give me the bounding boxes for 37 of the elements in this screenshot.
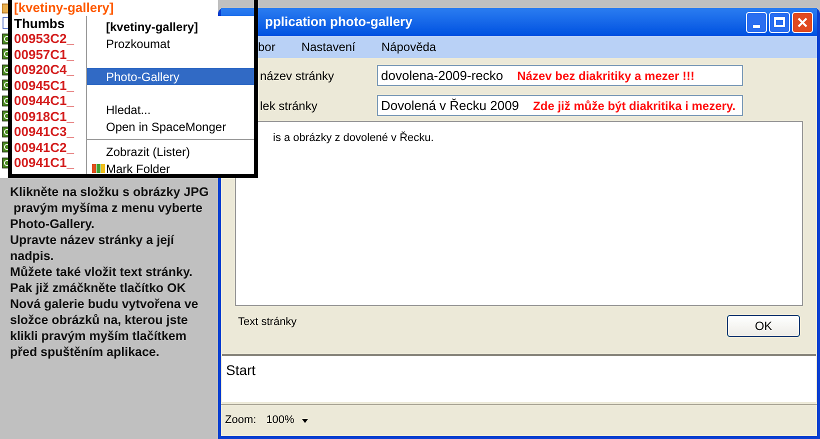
menu-item[interactable]: bor — [258, 38, 276, 56]
page-text-label: Text stránky — [238, 315, 297, 330]
input-field[interactable]: dovolena-2009-recko Název bez diakritiky a mezer !!! — [377, 65, 743, 86]
file-name[interactable]: 00920C4_ — [14, 62, 74, 78]
menu-entry[interactable]: Photo-Gallery — [87, 68, 254, 85]
field-hint: Název bez diakritiky a mezer !!! — [517, 68, 695, 84]
close-button[interactable] — [792, 12, 813, 32]
zoom-dropdown[interactable]: 100% — [266, 412, 308, 429]
menu-item[interactable]: Nápověda — [381, 38, 436, 56]
file-name[interactable]: 00941C3_ — [14, 124, 74, 140]
maximize-button[interactable] — [769, 12, 790, 32]
window-title: pplication photo-gallery — [265, 13, 414, 32]
ok-button[interactable]: OK — [727, 315, 800, 337]
menu-entry[interactable]: [kvetiny-gallery] — [87, 18, 254, 35]
file-name[interactable]: 00945C1_ — [14, 78, 74, 93]
folder-mark-icon — [92, 163, 105, 174]
zoom-label: Zoom: — [225, 413, 256, 428]
menu-entry[interactable]: Hledat... — [87, 101, 254, 118]
instructions-text: Klikněte na složku s obrázky JPG pravým myšíma z menu vyberte Photo-Gallery. Upravte název stránky a její nadpis. Můžete také vložit text stránky. Pak již zmáčkněte tlačítko OK Nová galerie budu vytvořena ve složce obrázků na, kterou jste klikli pravým myším tlačítkem před spuštěním aplikace. — [9, 184, 210, 360]
file-name[interactable]: 00957C1_ — [14, 46, 74, 62]
file-name[interactable]: 00941C1_ — [14, 155, 74, 170]
caret-icon — [302, 418, 308, 422]
menu-item[interactable]: Nastavení — [301, 38, 356, 56]
field-label: název stránky — [259, 68, 336, 84]
menu-entry[interactable]: Prozkoumat — [87, 35, 254, 52]
input-field[interactable]: Dovolená v Řecku 2009 Zde již může být diakritika i mezery. — [377, 95, 743, 116]
field-label: lek stránky — [259, 98, 318, 114]
minimize-button[interactable] — [746, 12, 767, 32]
file-name[interactable]: Thumbs — [14, 16, 65, 31]
field-hint: Zde již může být diakritika i mezery. — [533, 98, 736, 114]
file-name[interactable]: 00918C1_ — [14, 108, 74, 124]
file-name[interactable]: 00944C1_ — [14, 93, 74, 108]
file-name[interactable]: 00941C2_ — [14, 140, 74, 155]
log-area: Start — [222, 354, 816, 402]
close-icon — [797, 16, 808, 28]
page-text-area[interactable]: is a obrázky z dovolené v Řecku. — [235, 121, 803, 306]
file-name[interactable]: 00953C2_ — [14, 31, 74, 46]
